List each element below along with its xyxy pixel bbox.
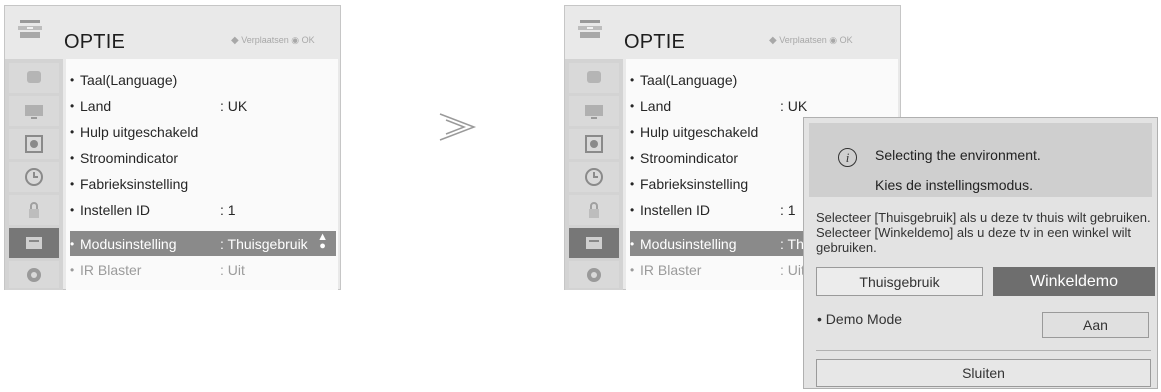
divider bbox=[816, 350, 1151, 351]
demo-mode-label: • Demo Mode bbox=[817, 311, 903, 327]
speaker-icon bbox=[585, 135, 603, 153]
category-screen[interactable] bbox=[9, 96, 59, 126]
menu-item-set-id[interactable]: • Instellen ID: 1 bbox=[70, 198, 336, 222]
menu-item-language[interactable]: • Taal(Language) bbox=[630, 68, 896, 92]
menu-item-country[interactable]: • Land: UK bbox=[630, 94, 896, 118]
category-network[interactable] bbox=[569, 261, 619, 288]
move-arrows-icon: ◆ bbox=[231, 35, 239, 46]
menu-header: OPTIE ◆ Verplaatsen ◉ OK bbox=[565, 6, 900, 59]
move-hint-label: Verplaatsen bbox=[779, 35, 827, 45]
category-sidebar bbox=[565, 59, 623, 290]
lock-icon bbox=[29, 202, 39, 218]
option-icon bbox=[26, 237, 42, 249]
category-option[interactable] bbox=[569, 228, 619, 258]
ok-button-icon: ◉ bbox=[291, 35, 300, 45]
tv-icon bbox=[587, 71, 601, 83]
category-option[interactable] bbox=[9, 228, 59, 258]
category-picture[interactable] bbox=[569, 63, 619, 93]
menu-item-factory-reset[interactable]: • Fabrieksinstelling bbox=[70, 172, 336, 196]
category-time[interactable] bbox=[569, 162, 619, 192]
tv-icon bbox=[27, 71, 41, 83]
category-network[interactable] bbox=[9, 261, 59, 288]
clock-icon bbox=[585, 168, 603, 186]
category-audio[interactable] bbox=[569, 129, 619, 159]
option-list: • Taal(Language) • Land: UK • Hulp uitgesch… bbox=[66, 59, 338, 290]
speaker-icon bbox=[25, 135, 43, 153]
menu-item-language[interactable]: • Taal(Language) bbox=[70, 68, 336, 92]
menu-header: OPTIE ◆ Verplaatsen ◉ OK bbox=[5, 6, 340, 59]
dialog-header: i Selecting the environment. Kies de ins… bbox=[809, 123, 1152, 197]
network-icon bbox=[587, 267, 601, 282]
menu-title: OPTIE bbox=[64, 31, 126, 53]
option-menu-left: OPTIE ◆ Verplaatsen ◉ OK • Taal(Language… bbox=[4, 5, 341, 290]
clock-icon bbox=[25, 168, 43, 186]
menu-title: OPTIE bbox=[624, 31, 686, 53]
screen-icon bbox=[585, 105, 603, 119]
menu-item-power-indicator[interactable]: • Stroomindicator bbox=[70, 146, 336, 170]
toolbox-icon bbox=[18, 20, 42, 38]
ok-button-icon: ◉ bbox=[829, 35, 838, 45]
screen-icon bbox=[25, 105, 43, 119]
close-button[interactable]: Sluiten bbox=[816, 359, 1151, 387]
environment-dialog: i Selecting the environment. Kies de ins… bbox=[803, 117, 1158, 389]
updown-icon: ▲ ● bbox=[317, 231, 328, 252]
category-audio[interactable] bbox=[9, 129, 59, 159]
category-lock[interactable] bbox=[9, 195, 59, 225]
dialog-subtitle: Kies de instellingsmodus. bbox=[875, 177, 1033, 193]
ok-hint-label: OK bbox=[301, 35, 315, 45]
toolbox-icon bbox=[578, 20, 602, 38]
category-lock[interactable] bbox=[569, 195, 619, 225]
move-hint-label: Verplaatsen bbox=[241, 35, 289, 45]
nav-hint: ◆ Verplaatsen ◉ OK bbox=[231, 35, 315, 46]
chevron-right-icon bbox=[439, 113, 477, 141]
menu-item-country[interactable]: • Land: UK bbox=[70, 94, 336, 118]
menu-item-mode-setting[interactable]: • Modusinstelling: Thuisgebruik ▲ ● bbox=[70, 231, 336, 256]
lock-icon bbox=[589, 202, 599, 218]
category-sidebar bbox=[5, 59, 63, 290]
ok-hint-label: OK bbox=[839, 35, 853, 45]
info-icon: i bbox=[838, 148, 857, 167]
nav-hint: ◆ Verplaatsen ◉ OK bbox=[769, 35, 853, 46]
menu-item-assist-off[interactable]: • Hulp uitgeschakeld bbox=[70, 120, 336, 144]
network-icon bbox=[27, 267, 41, 282]
home-use-button[interactable]: Thuisgebruik bbox=[816, 267, 983, 296]
option-icon bbox=[586, 237, 602, 249]
category-screen[interactable] bbox=[569, 96, 619, 126]
store-demo-button[interactable]: Winkeldemo bbox=[993, 267, 1155, 296]
dialog-title: Selecting the environment. bbox=[875, 147, 1041, 163]
category-picture[interactable] bbox=[9, 63, 59, 93]
demo-mode-toggle[interactable]: Aan bbox=[1042, 312, 1149, 338]
move-arrows-icon: ◆ bbox=[769, 35, 777, 46]
menu-item-ir-blaster[interactable]: • IR Blaster: Uit bbox=[70, 258, 336, 282]
category-time[interactable] bbox=[9, 162, 59, 192]
dialog-description: Selecteer [Thuisgebruik] als u deze tv t… bbox=[816, 210, 1151, 255]
